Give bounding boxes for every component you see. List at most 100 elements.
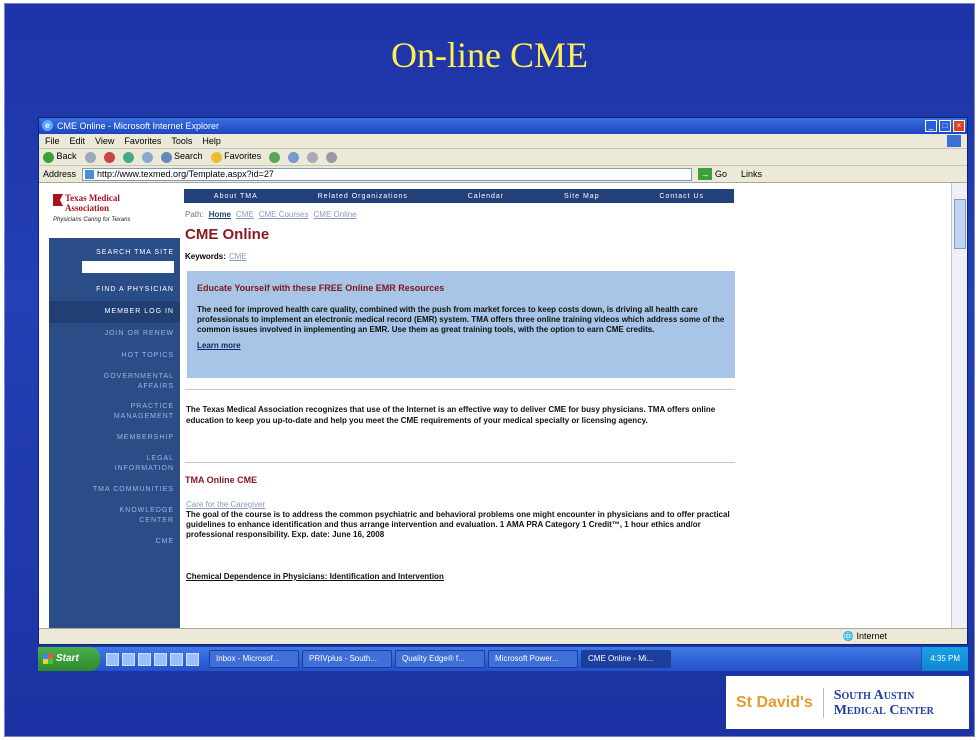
menu-tools[interactable]: Tools: [171, 136, 192, 146]
nav-tma-communities[interactable]: TMA Communities: [49, 479, 180, 501]
browser-window: e CME Online - Microsoft Internet Explor…: [38, 117, 968, 645]
tma-logo[interactable]: Texas Medical Association Physicians Cari…: [49, 183, 180, 238]
home-icon[interactable]: [141, 151, 153, 163]
nav-legal-information[interactable]: Legal Information: [49, 449, 180, 479]
breadcrumb-cme[interactable]: CME: [236, 210, 254, 219]
promo-body: The need for improved health care qualit…: [197, 305, 725, 334]
links-button[interactable]: Links: [741, 169, 762, 179]
emr-promo-box: Educate Yourself with these FREE Online …: [187, 271, 735, 378]
go-button[interactable]: → Go: [698, 168, 727, 180]
status-bar: 🌐 Internet: [39, 628, 967, 644]
browser-toolbar: Back Search Favorites: [39, 149, 967, 166]
nav-knowledge-center[interactable]: Knowledge Center: [49, 501, 180, 531]
vertical-scrollbar[interactable]: [951, 183, 967, 630]
refresh-icon[interactable]: [122, 151, 134, 163]
browser-title: CME Online - Microsoft Internet Explorer: [57, 121, 220, 131]
taskbar-button[interactable]: PRIVplus - South...: [302, 650, 392, 668]
quicklaunch-icon[interactable]: [138, 652, 151, 666]
search-label: Search TMA Site: [96, 249, 174, 256]
breadcrumb-cme-courses[interactable]: CME Courses: [259, 210, 309, 219]
system-tray: 4:35 PM: [921, 647, 968, 671]
course-description: The goal of the course is to address the…: [186, 510, 730, 539]
presentation-slide: On-line CME e CME Online - Microsoft Int…: [4, 3, 975, 737]
back-button[interactable]: Back: [43, 151, 77, 163]
quicklaunch-icon[interactable]: [186, 652, 199, 666]
taskbar: Start Inbox - Microsof... PRIVplus - Sou…: [38, 647, 968, 671]
nav-find-physician[interactable]: Find a Physician: [49, 279, 180, 301]
taskbar-button[interactable]: Inbox - Microsof...: [209, 650, 299, 668]
history-icon[interactable]: [288, 151, 300, 163]
address-input[interactable]: http://www.texmed.org/Template.aspx?id=2…: [82, 167, 693, 181]
logo-tagline: Physicians Caring for Texans: [53, 217, 131, 223]
nav-membership[interactable]: Membership: [49, 427, 180, 449]
favorites-button[interactable]: Favorites: [210, 151, 261, 163]
st-davids-logo: St David's: [736, 693, 813, 711]
go-arrow-icon: →: [698, 168, 713, 180]
ie-icon: e: [42, 120, 53, 131]
quicklaunch-icon[interactable]: [154, 652, 167, 666]
star-icon: [210, 151, 222, 163]
site-search-input[interactable]: [82, 261, 174, 273]
clock: 4:35 PM: [930, 654, 960, 663]
topnav-contact[interactable]: Contact Us: [659, 193, 704, 200]
slide-title: On-line CME: [391, 35, 588, 75]
nav-member-login[interactable]: Member Log In: [49, 301, 180, 323]
breadcrumb-cme-online[interactable]: CME Online: [314, 210, 357, 219]
menu-file[interactable]: File: [45, 136, 60, 146]
nav-join-renew[interactable]: Join or Renew: [49, 323, 180, 345]
menu-bar: File Edit View Favorites Tools Help: [39, 134, 967, 149]
nav-hot-topics[interactable]: Hot Topics: [49, 345, 180, 367]
stop-icon[interactable]: [103, 151, 115, 163]
quicklaunch-icon[interactable]: [122, 652, 135, 666]
back-arrow-icon: [43, 151, 54, 163]
nav-cme[interactable]: CME: [49, 531, 180, 553]
web-page: Texas Medical Association Physicians Cari…: [39, 183, 953, 630]
top-nav: About TMA Related Organizations Calendar…: [184, 189, 734, 203]
section-title: TMA Online CME: [185, 475, 258, 485]
page-icon: [85, 169, 95, 179]
quick-launch: [106, 652, 199, 666]
start-button[interactable]: Start: [38, 647, 100, 671]
nav-governmental-affairs[interactable]: Governmental Affairs: [49, 367, 180, 397]
topnav-related[interactable]: Related Organizations: [318, 193, 408, 200]
quicklaunch-icon[interactable]: [170, 652, 183, 666]
taskbar-button[interactable]: Microsoft Power...: [488, 650, 578, 668]
page-title: CME Online: [185, 226, 270, 243]
media-icon[interactable]: [269, 151, 281, 163]
address-bar: Address http://www.texmed.org/Template.a…: [39, 166, 967, 183]
menu-view[interactable]: View: [95, 136, 114, 146]
search-button[interactable]: Search: [160, 151, 203, 163]
topnav-sitemap[interactable]: Site Map: [564, 193, 600, 200]
divider: [185, 462, 735, 463]
forward-arrow-icon[interactable]: [84, 151, 96, 163]
internet-zone: 🌐 Internet: [842, 631, 887, 641]
nav-practice-management[interactable]: Practice Management: [49, 397, 180, 427]
minimize-icon[interactable]: _: [925, 120, 937, 132]
taskbar-button[interactable]: Quality Edge® f...: [395, 650, 485, 668]
course-link-caregiver[interactable]: Care for the Caregiver: [186, 500, 265, 509]
promo-title: Educate Yourself with these FREE Online …: [197, 283, 445, 293]
sponsor-logos: St David's South Austin Medical Center: [726, 676, 969, 729]
topnav-calendar[interactable]: Calendar: [468, 193, 504, 200]
search-icon: [160, 151, 172, 163]
quicklaunch-icon[interactable]: [106, 652, 119, 666]
menu-edit[interactable]: Edit: [70, 136, 86, 146]
browser-titlebar: e CME Online - Microsoft Internet Explor…: [39, 118, 967, 134]
south-austin-logo: South Austin Medical Center: [822, 687, 934, 718]
menu-help[interactable]: Help: [202, 136, 221, 146]
maximize-icon[interactable]: □: [939, 120, 951, 132]
keywords-label: Keywords:: [185, 252, 226, 261]
print-icon[interactable]: [326, 151, 338, 163]
topnav-about[interactable]: About TMA: [214, 193, 258, 200]
course-link-chemical-dependence[interactable]: Chemical Dependence in Physicians: Ident…: [186, 572, 444, 581]
breadcrumb-home[interactable]: Home: [209, 210, 231, 219]
scroll-thumb[interactable]: [954, 199, 966, 249]
windows-logo-icon: [947, 135, 961, 147]
keyword-link[interactable]: CME: [229, 252, 247, 261]
side-nav: Search TMA Site Find a Physician Member …: [49, 238, 180, 630]
mail-icon[interactable]: [307, 151, 319, 163]
learn-more-link[interactable]: Learn more: [197, 341, 241, 350]
close-icon[interactable]: ×: [953, 120, 965, 132]
taskbar-button-active[interactable]: CME Online - Mi...: [581, 650, 671, 668]
menu-favorites[interactable]: Favorites: [124, 136, 161, 146]
